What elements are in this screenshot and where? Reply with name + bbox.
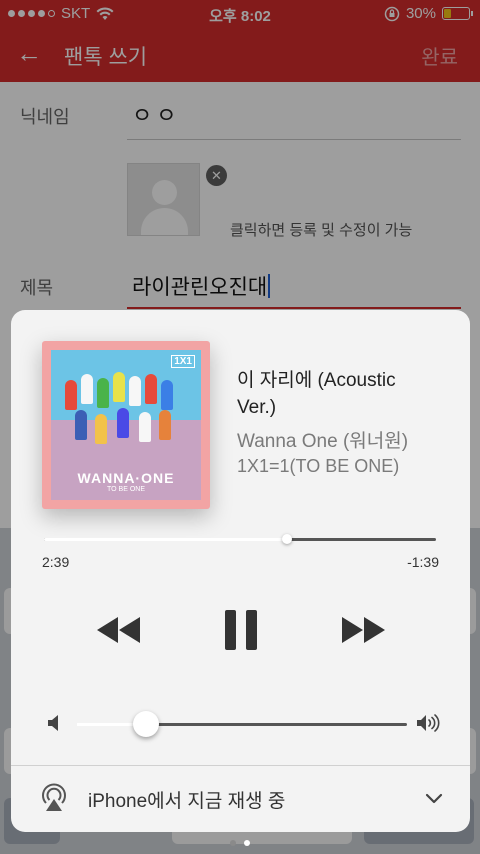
album-art-brand: WANNA·ONE xyxy=(77,470,175,486)
chevron-down-icon[interactable] xyxy=(424,788,444,808)
album-art-subtitle: TO BE ONE xyxy=(107,486,145,493)
volume-thumb[interactable] xyxy=(133,711,160,737)
volume-low-icon xyxy=(48,715,58,731)
album-art-tag: 1X1 xyxy=(171,355,195,368)
fast-forward-button[interactable] xyxy=(341,606,387,654)
song-title: 이 자리에 (Acoustic Ver.) xyxy=(237,370,396,418)
page-indicator xyxy=(0,840,480,846)
airplay-icon[interactable] xyxy=(39,782,69,812)
output-divider xyxy=(11,765,470,766)
output-device-label[interactable]: iPhone에서 지금 재생 중 xyxy=(88,786,285,813)
elapsed-time: 2:39 xyxy=(42,554,70,570)
pause-button[interactable] xyxy=(223,606,259,654)
rewind-button[interactable] xyxy=(95,606,141,654)
page-dot xyxy=(230,840,236,846)
now-playing-card: 1X1 WANNA·ONE TO BE ONE 이 자리에 (Acoustic … xyxy=(11,310,470,832)
album-art[interactable]: 1X1 WANNA·ONE TO BE ONE xyxy=(42,341,210,509)
volume-high-icon xyxy=(417,714,440,732)
volume-slider[interactable] xyxy=(77,711,407,737)
album-name: 1X1=1(TO BE ONE) xyxy=(237,456,400,476)
artist-name: Wanna One (워너원) xyxy=(237,431,409,452)
scrubber-thumb[interactable] xyxy=(282,534,293,544)
page-dot xyxy=(244,840,250,846)
playback-scrubber[interactable] xyxy=(44,534,436,544)
remaining-time: -1:39 xyxy=(407,554,439,570)
